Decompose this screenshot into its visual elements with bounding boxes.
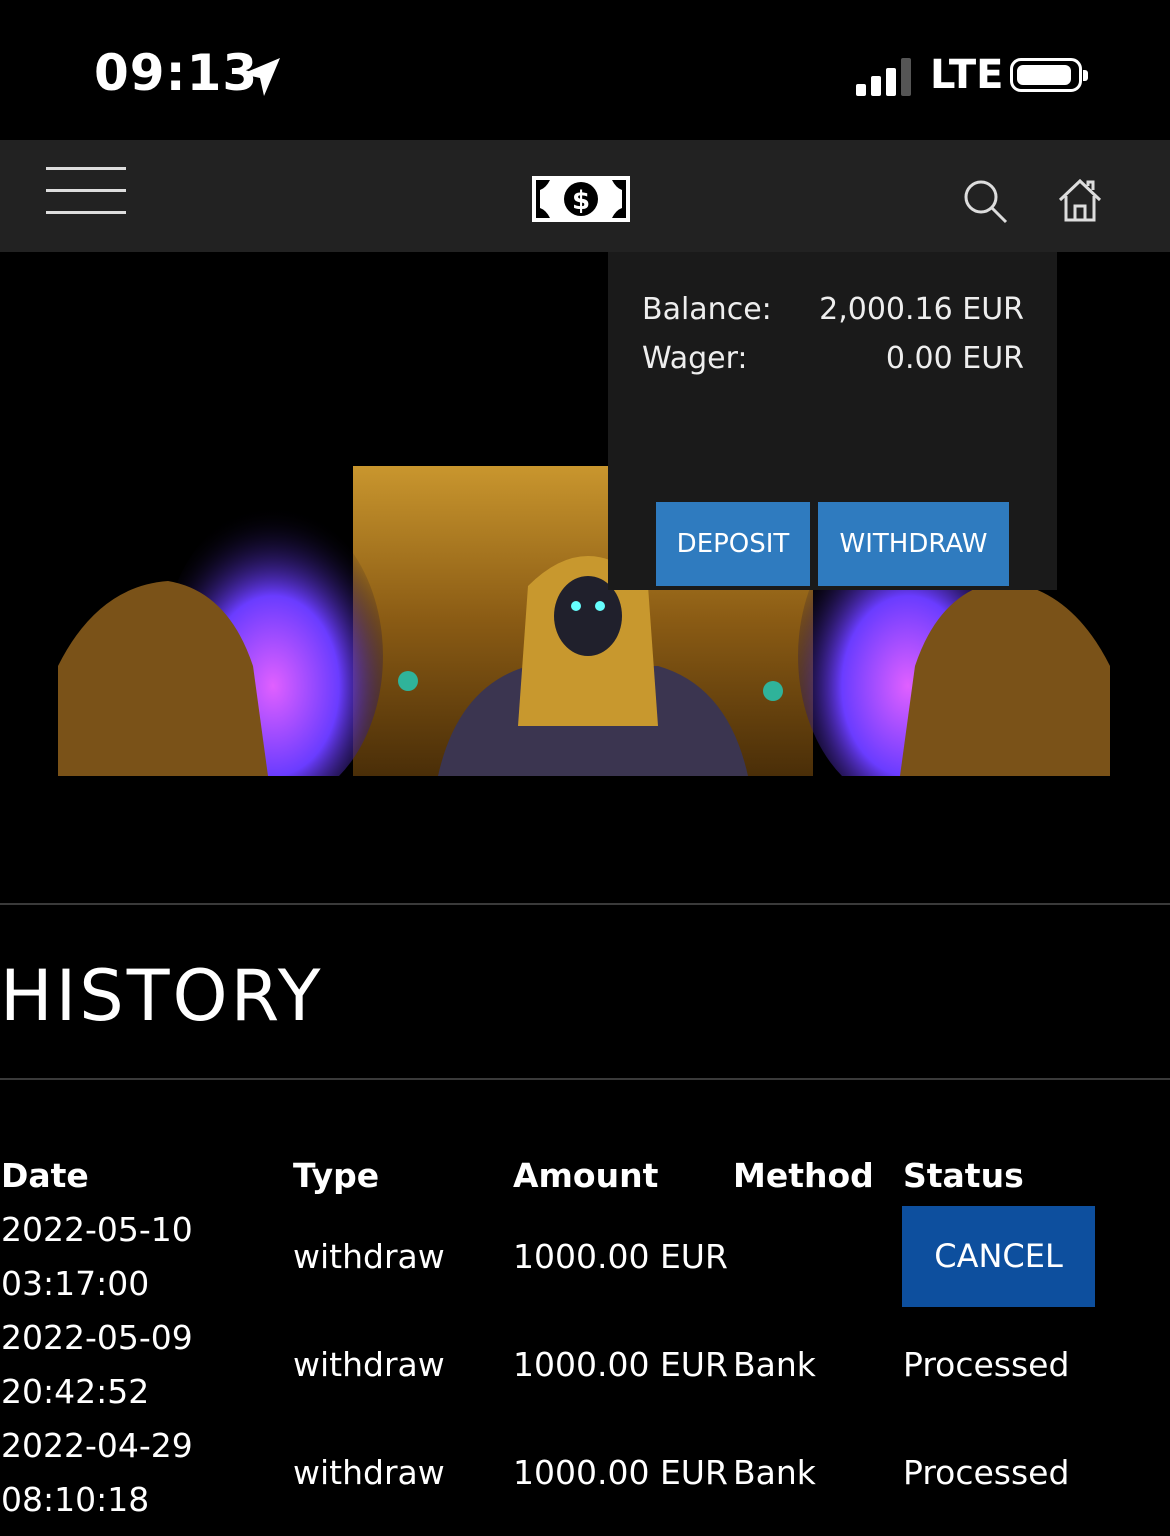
balance-label: Balance: [642,292,772,327]
row-type: withdraw [293,1453,445,1492]
divider [0,903,1170,905]
cancel-button[interactable]: CANCEL [902,1206,1095,1307]
row-method: Bank [733,1345,816,1384]
search-icon[interactable] [962,178,1008,224]
row-type: withdraw [293,1237,445,1276]
row-time: 20:42:52 [1,1372,150,1411]
row-status: Processed [903,1345,1070,1384]
svg-text:$: $ [572,186,590,216]
row-time: 03:17:00 [1,1264,150,1303]
row-type: withdraw [293,1345,445,1384]
network-type: LTE [930,52,1004,98]
wager-label: Wager: [642,341,748,376]
row-method: Bank [733,1453,816,1492]
home-icon[interactable] [1058,178,1102,222]
row-amount: 1000.00 EUR [513,1453,728,1492]
clock: 09:13 [94,44,259,102]
divider [0,1078,1170,1080]
wager-value: 0.00 EUR [885,341,1024,376]
column-header-method: Method [733,1156,874,1195]
row-amount: 1000.00 EUR [513,1345,728,1384]
signal-icon [856,58,914,96]
cash-logo-icon[interactable]: $ [532,176,630,222]
top-nav-bar: $ [0,140,1170,252]
hamburger-menu-icon[interactable] [46,166,126,216]
balance-value: 2,000.16 EUR [819,292,1024,327]
withdraw-button[interactable]: WITHDRAW [818,502,1009,586]
location-arrow-icon [242,58,280,96]
column-header-type: Type [293,1156,380,1195]
balance-dropdown: Balance: 2,000.16 EUR Wager: 0.00 EUR DE… [608,252,1057,590]
row-date: 2022-05-09 [1,1318,193,1357]
row-date: 2022-05-10 [1,1210,193,1249]
column-header-status: Status [903,1156,1024,1195]
row-amount: 1000.00 EUR [513,1237,728,1276]
deposit-button[interactable]: DEPOSIT [656,502,810,586]
battery-icon [1010,58,1088,92]
column-header-amount: Amount [513,1156,659,1195]
status-bar: 09:13 LTE [0,0,1170,140]
column-header-date: Date [1,1156,89,1195]
row-status: Processed [903,1453,1070,1492]
row-date: 2022-04-29 [1,1426,193,1465]
history-title: HISTORY [0,955,324,1037]
row-time: 08:10:18 [1,1480,150,1519]
